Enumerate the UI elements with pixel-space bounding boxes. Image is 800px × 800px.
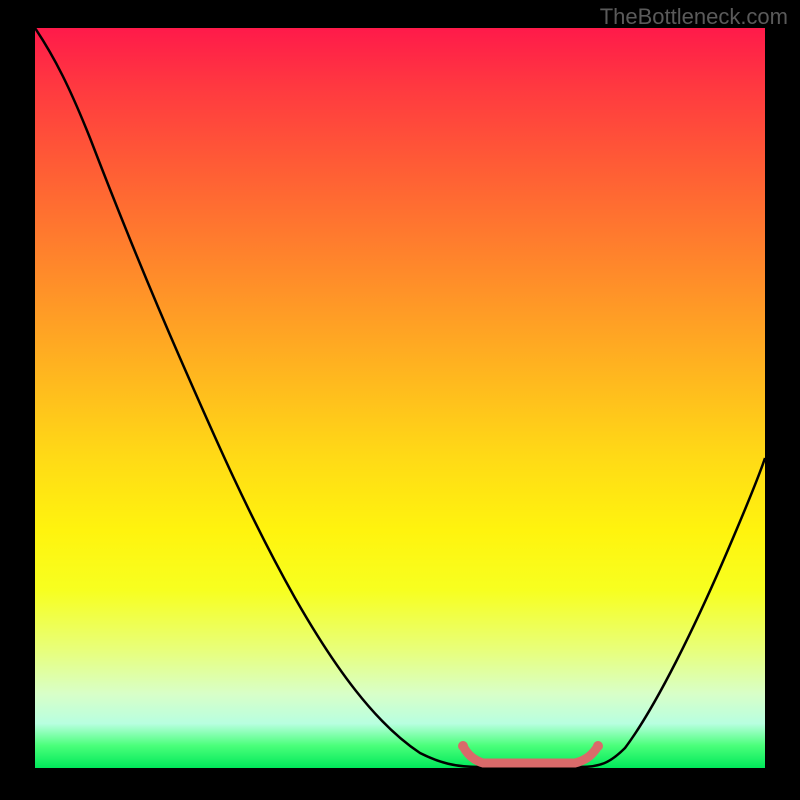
optimal-zone-right-dot <box>593 741 603 751</box>
bottleneck-curve-line <box>35 28 765 767</box>
optimal-zone-marker-line <box>463 746 598 763</box>
chart-svg <box>35 28 765 768</box>
watermark-text: TheBottleneck.com <box>600 4 788 30</box>
optimal-zone-left-dot <box>458 741 468 751</box>
